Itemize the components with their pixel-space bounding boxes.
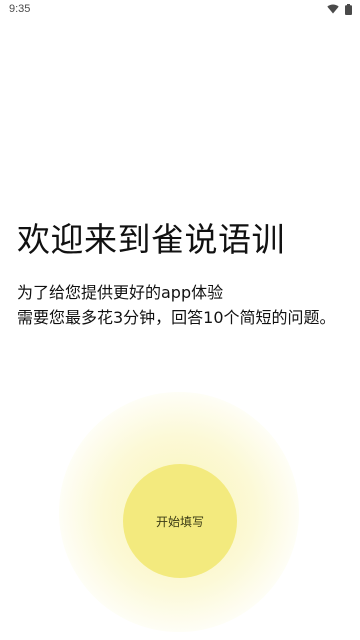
status-bar: 9:35 bbox=[0, 0, 360, 18]
page-title: 欢迎来到雀说语训 bbox=[17, 220, 285, 259]
status-time: 9:35 bbox=[9, 3, 31, 15]
wifi-icon bbox=[327, 4, 339, 14]
status-icons bbox=[327, 3, 352, 15]
intro-line-1: 为了给您提供更好的app体验 bbox=[17, 283, 224, 302]
welcome-screen: 9:35 欢迎来到雀说语训 为了给您提供更好的app体验 需要您最多花3分钟，回… bbox=[0, 0, 360, 640]
intro-text: 为了给您提供更好的app体验 需要您最多花3分钟，回答10个简短的问题。 bbox=[17, 280, 342, 330]
intro-line-2: 需要您最多花3分钟，回答10个简短的问题。 bbox=[17, 308, 336, 327]
start-survey-button[interactable]: 开始填写 bbox=[123, 464, 237, 578]
battery-icon bbox=[345, 3, 352, 15]
